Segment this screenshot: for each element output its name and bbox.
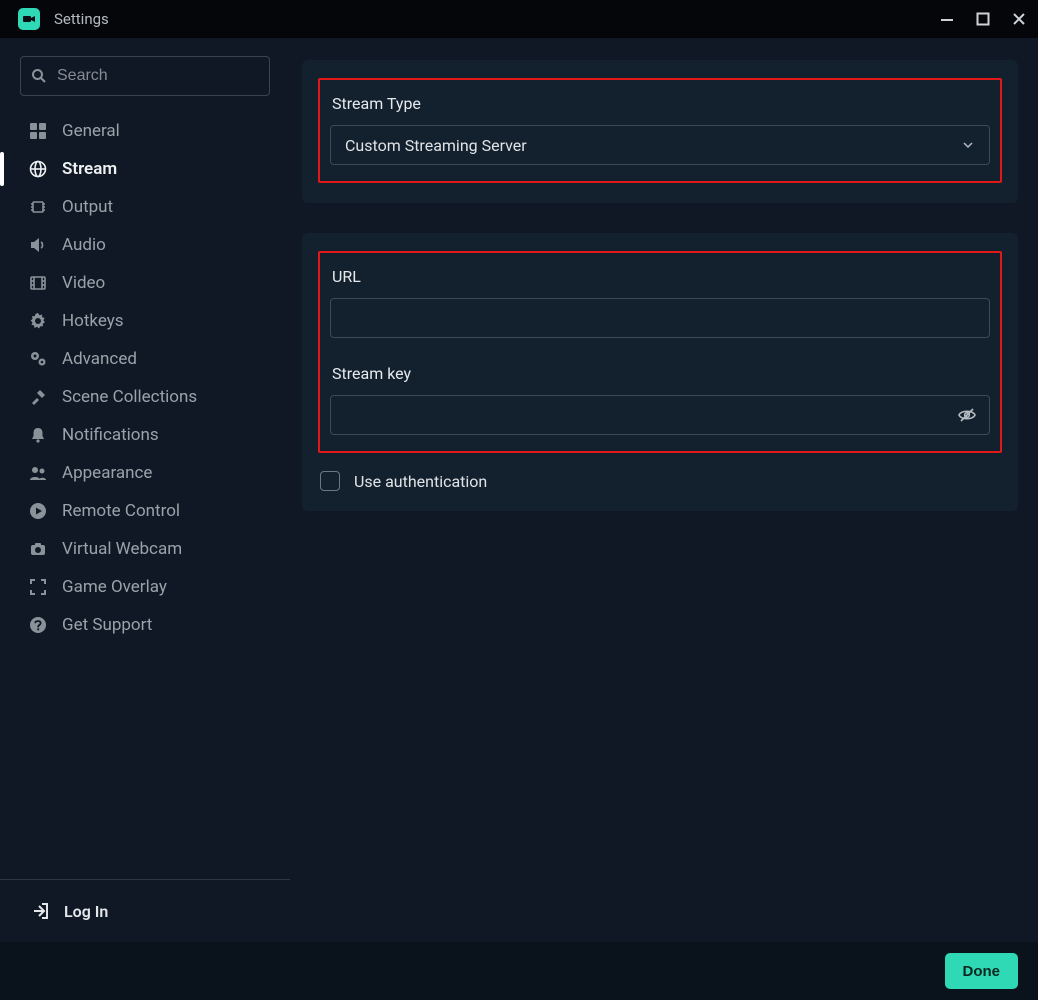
chip-icon <box>28 198 48 216</box>
sidebar-item-label: Output <box>62 197 113 217</box>
sidebar-item-audio[interactable]: Audio <box>0 226 290 264</box>
login-icon <box>32 902 50 920</box>
gear-icon <box>28 312 48 330</box>
titlebar: Settings <box>0 0 1038 38</box>
sidebar-item-label: Audio <box>62 235 106 255</box>
chevron-down-icon <box>961 138 975 152</box>
sidebar-item-game-overlay[interactable]: Game Overlay <box>0 568 290 606</box>
maximize-button[interactable] <box>976 12 990 26</box>
highlight-box-1: Stream Type Custom Streaming Server <box>318 78 1002 183</box>
sidebar-item-label: Advanced <box>62 349 137 369</box>
content: Stream Type Custom Streaming Server URL … <box>290 38 1038 942</box>
grid-icon <box>28 122 48 140</box>
sidebar-item-appearance[interactable]: Appearance <box>0 454 290 492</box>
sidebar-item-label: Hotkeys <box>62 311 124 331</box>
sidebar-item-label: Scene Collections <box>62 387 197 407</box>
sidebar-item-label: Video <box>62 273 105 293</box>
sidebar-item-advanced[interactable]: Advanced <box>0 340 290 378</box>
highlight-box-2: URL Stream key <box>318 251 1002 453</box>
sidebar-item-label: Stream <box>62 159 117 179</box>
sidebar-item-label: Get Support <box>62 615 152 635</box>
stream-key-label: Stream key <box>332 364 990 383</box>
stream-key-input-wrap[interactable] <box>330 395 990 435</box>
expand-icon <box>28 578 48 596</box>
sidebar-item-label: Game Overlay <box>62 577 167 597</box>
sidebar-item-label: Notifications <box>62 425 159 445</box>
sidebar-item-label: General <box>62 121 120 141</box>
sidebar-item-label: Appearance <box>62 463 152 483</box>
sidebar-item-output[interactable]: Output <box>0 188 290 226</box>
url-input[interactable] <box>343 309 977 327</box>
use-auth-row[interactable]: Use authentication <box>318 471 1002 491</box>
reveal-key-button[interactable] <box>957 405 977 425</box>
sidebar-item-scene-collections[interactable]: Scene Collections <box>0 378 290 416</box>
stream-credentials-card: URL Stream key Use authentication <box>302 233 1018 511</box>
footer: Done <box>0 942 1038 1000</box>
minimize-button[interactable] <box>940 12 954 26</box>
help-icon <box>28 616 48 634</box>
sidebar-item-video[interactable]: Video <box>0 264 290 302</box>
search-box[interactable] <box>20 56 270 96</box>
sidebar-item-label: Virtual Webcam <box>62 539 182 559</box>
stream-key-input[interactable] <box>343 406 977 424</box>
nav-list: General Stream Output Audio Video Hotkeys Adva… <box>0 112 290 879</box>
login-label: Log In <box>64 902 108 921</box>
sidebar-item-notifications[interactable]: Notifications <box>0 416 290 454</box>
camera-icon <box>28 540 48 558</box>
search-icon <box>31 68 47 84</box>
use-auth-checkbox[interactable] <box>320 471 340 491</box>
speaker-icon <box>28 236 48 254</box>
url-input-wrap[interactable] <box>330 298 990 338</box>
app-icon <box>18 8 40 30</box>
globe-icon <box>28 160 48 178</box>
window-controls <box>940 12 1026 26</box>
login-button[interactable]: Log In <box>0 880 290 942</box>
use-auth-label: Use authentication <box>354 472 487 491</box>
sidebar-item-get-support[interactable]: Get Support <box>0 606 290 644</box>
sidebar-item-hotkeys[interactable]: Hotkeys <box>0 302 290 340</box>
tools-icon <box>28 388 48 406</box>
film-icon <box>28 274 48 292</box>
bell-icon <box>28 426 48 444</box>
sidebar: General Stream Output Audio Video Hotkeys Adva… <box>0 38 290 942</box>
stream-type-card: Stream Type Custom Streaming Server <box>302 60 1018 203</box>
sidebar-item-virtual-webcam[interactable]: Virtual Webcam <box>0 530 290 568</box>
sidebar-item-label: Remote Control <box>62 501 180 521</box>
people-icon <box>28 464 48 482</box>
stream-type-value: Custom Streaming Server <box>345 136 527 155</box>
sidebar-item-stream[interactable]: Stream <box>0 150 290 188</box>
search-input[interactable] <box>57 67 264 85</box>
done-button[interactable]: Done <box>945 953 1019 989</box>
url-label: URL <box>332 267 990 286</box>
play-circle-icon <box>28 502 48 520</box>
gears-icon <box>28 350 48 368</box>
stream-type-label: Stream Type <box>332 94 990 113</box>
stream-type-select[interactable]: Custom Streaming Server <box>330 125 990 165</box>
close-button[interactable] <box>1012 12 1026 26</box>
sidebar-item-remote-control[interactable]: Remote Control <box>0 492 290 530</box>
window-title: Settings <box>54 10 109 28</box>
sidebar-item-general[interactable]: General <box>0 112 290 150</box>
